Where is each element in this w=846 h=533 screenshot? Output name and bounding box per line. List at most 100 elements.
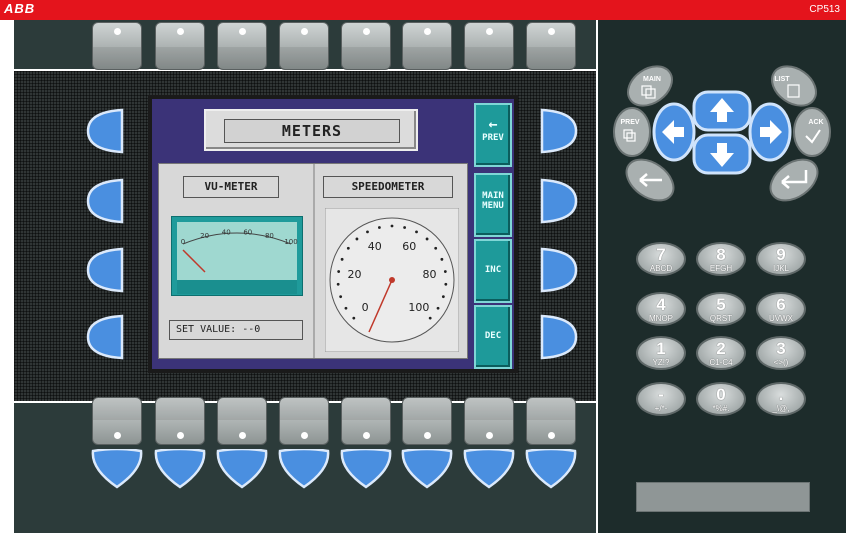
bottom-blue-key-2[interactable] — [154, 449, 206, 489]
key-digit: 8 — [716, 245, 726, 264]
key-digit: - — [658, 385, 664, 404]
speedometer-tick — [337, 270, 341, 273]
arrow-left-button[interactable] — [652, 102, 696, 162]
arrow-down-button[interactable] — [692, 133, 752, 175]
indicator-dot — [177, 28, 184, 35]
speedometer-tick — [415, 230, 418, 234]
left-side-key-3[interactable] — [86, 247, 124, 293]
right-side-key-2[interactable] — [540, 178, 578, 224]
top-function-key-7[interactable] — [464, 22, 514, 70]
needle-hub — [389, 277, 395, 283]
key-7[interactable]: 7 ABCD — [636, 242, 686, 276]
indicator-dot — [424, 28, 431, 35]
bottom-function-key-5[interactable] — [341, 397, 391, 445]
right-side-key-1[interactable] — [540, 108, 578, 154]
list-button-label: LIST — [774, 76, 790, 83]
speedometer-tick — [344, 306, 348, 310]
main-menu-softkey-label: MAIN MENU — [482, 191, 504, 211]
ack-button-label: ACK — [808, 119, 823, 126]
top-function-key-2[interactable] — [155, 22, 205, 70]
bottom-blue-key-7[interactable] — [463, 449, 515, 489]
dec-softkey[interactable]: DEC — [474, 305, 512, 369]
indicator-dot — [363, 28, 370, 35]
speedometer-tick — [443, 270, 447, 273]
top-function-key-5[interactable] — [341, 22, 391, 70]
key-dot[interactable]: . _\@, — [756, 382, 806, 416]
top-function-key-8[interactable] — [526, 22, 576, 70]
inc-softkey-label: INC — [484, 265, 502, 275]
key-letters: C1-C4 — [709, 358, 733, 367]
arrow-right-button[interactable] — [748, 102, 792, 162]
key-5[interactable]: 5 QRST — [696, 292, 746, 326]
ack-button[interactable]: ACK — [793, 107, 831, 157]
indicator-dot — [239, 432, 246, 439]
hmi-screen: METERS VU-METER SPEEDOMETER 0 20 40 60 80 100… — [148, 95, 518, 373]
key-9[interactable]: 9 IJKL — [756, 242, 806, 276]
key-letters: _\@, — [772, 404, 790, 413]
key-letters: ABCD — [649, 264, 673, 273]
key-letters: QRST — [709, 314, 733, 323]
bottom-blue-key-5[interactable] — [340, 449, 392, 489]
key-3[interactable]: 3 <>() — [756, 336, 806, 370]
inc-softkey[interactable]: INC — [474, 239, 512, 303]
key-8[interactable]: 8 EFGH — [696, 242, 746, 276]
indicator-dot — [301, 28, 308, 35]
bottom-function-key-3[interactable] — [217, 397, 267, 445]
right-side-key-4[interactable] — [540, 314, 578, 360]
bottom-function-key-2[interactable] — [155, 397, 205, 445]
indicator-dot — [114, 432, 121, 439]
speedometer-tick — [434, 246, 438, 250]
main-menu-softkey[interactable]: MAIN MENU — [474, 173, 512, 237]
top-function-key-4[interactable] — [279, 22, 329, 70]
top-function-key-1[interactable] — [92, 22, 142, 70]
bottom-blue-key-8[interactable] — [525, 449, 577, 489]
key-2[interactable]: 2 C1-C4 — [696, 336, 746, 370]
prev-nav-button[interactable]: PREV — [613, 107, 651, 157]
key-6[interactable]: 6 UVWX — [756, 292, 806, 326]
key-letters: *%#. — [712, 404, 730, 413]
bottom-blue-key-6[interactable] — [401, 449, 453, 489]
left-side-key-4[interactable] — [86, 314, 124, 360]
bottom-function-key-8[interactable] — [526, 397, 576, 445]
bottom-blue-key-4[interactable] — [278, 449, 330, 489]
key-digit: 3 — [776, 339, 786, 358]
prev-softkey[interactable]: ← PREV — [474, 103, 512, 167]
top-function-key-3[interactable] — [217, 22, 267, 70]
indicator-dot — [363, 432, 370, 439]
speedometer-tick — [428, 316, 432, 320]
key-digit: 4 — [656, 295, 666, 314]
left-side-key-1[interactable] — [86, 108, 124, 154]
arrow-up-button[interactable] — [692, 90, 752, 132]
key-4[interactable]: 4 MNOP — [636, 292, 686, 326]
left-side-key-2[interactable] — [86, 178, 124, 224]
bottom-blue-key-1[interactable] — [91, 449, 143, 489]
key-0[interactable]: 0 *%#. — [696, 382, 746, 416]
bottom-blue-key-3[interactable] — [216, 449, 268, 489]
vu-scale-label: 100 — [284, 238, 297, 246]
bottom-function-key-7[interactable] — [464, 397, 514, 445]
vu-scale-label: 0 — [181, 238, 185, 246]
dec-softkey-label: DEC — [484, 331, 502, 341]
indicator-dot — [548, 28, 555, 35]
navigation-cluster: MAIN LIST PREV ACK — [613, 65, 831, 202]
arrow-left-icon: ← — [488, 115, 498, 133]
bottom-function-key-6[interactable] — [402, 397, 452, 445]
key-1[interactable]: 1 YZ!? — [636, 336, 686, 370]
key-letters: UVWX — [769, 314, 793, 323]
speedometer-scale-label: 100 — [408, 301, 429, 314]
speedometer-tick — [403, 226, 407, 229]
speedometer-tick — [377, 226, 381, 229]
speedometer-scale-label: 20 — [347, 268, 361, 281]
speedometer-tick — [352, 316, 356, 320]
indicator-dot — [301, 432, 308, 439]
top-function-key-6[interactable] — [402, 22, 452, 70]
meters-panel: VU-METER SPEEDOMETER 0 20 40 60 80 100 SET VA… — [158, 163, 468, 359]
speedometer-tick — [339, 295, 343, 299]
speedometer-tick — [440, 257, 444, 261]
right-side-key-3[interactable] — [540, 247, 578, 293]
bottom-function-key-1[interactable] — [92, 397, 142, 445]
key-digit: 7 — [656, 245, 666, 264]
bottom-function-key-4[interactable] — [279, 397, 329, 445]
speedometer-scale-label: 40 — [368, 240, 382, 253]
key-minus[interactable]: - +/*- — [636, 382, 686, 416]
